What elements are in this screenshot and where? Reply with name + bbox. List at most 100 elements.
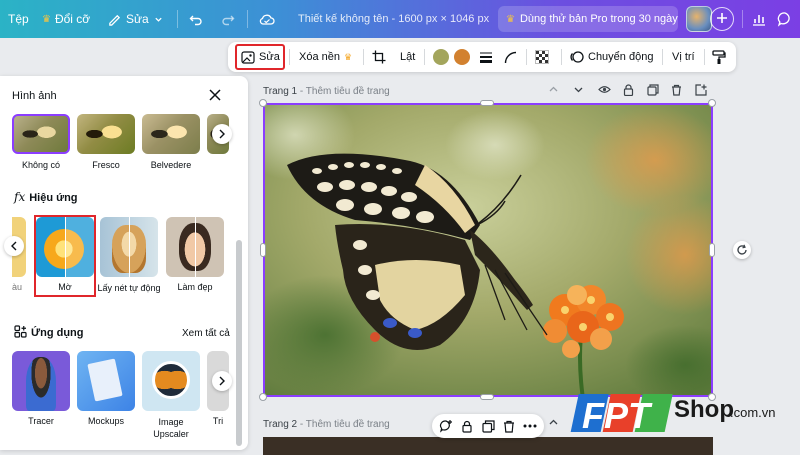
transparency-icon <box>535 50 549 64</box>
scroll-right-button[interactable] <box>212 124 232 144</box>
chevron-up-icon <box>548 417 559 428</box>
document-title-text: Thiết kế không tên - 1600 px × 1046 px <box>298 13 490 25</box>
canvas-page-1[interactable] <box>263 103 713 397</box>
save-status-button[interactable] <box>258 0 276 38</box>
page-2-title[interactable]: Trang 2 - Thêm tiêu đề trang <box>263 419 390 430</box>
effects-title: Hiệu ứng <box>29 192 78 204</box>
color-swatch-olive[interactable] <box>433 49 449 65</box>
analytics-icon <box>751 11 767 27</box>
plus-icon <box>716 12 728 27</box>
panel-scrollbar[interactable] <box>236 240 242 446</box>
app-label: Mockups <box>87 416 124 426</box>
pro-trial-label: Dùng thử bản Pro trong 30 ngày <box>519 13 678 25</box>
resize-handle-top-left[interactable] <box>259 99 267 107</box>
trash-icon <box>671 84 682 96</box>
edit-image-button[interactable]: Sửa <box>241 42 280 72</box>
resize-button[interactable]: ♛ Đổi cỡ <box>42 0 90 38</box>
analytics-button[interactable] <box>751 0 767 38</box>
apps-heading: Ứng dụng <box>14 325 84 339</box>
app-thumb-mockups[interactable] <box>77 351 135 411</box>
app-thumb-tracer[interactable] <box>12 351 70 411</box>
crown-icon: ♛ <box>343 51 353 62</box>
fpt-logo: FPT <box>570 394 673 436</box>
app-label: Image Upscaler <box>153 417 189 439</box>
transparency-button[interactable] <box>535 42 549 72</box>
page-1-title[interactable]: Trang 1 - Thêm tiêu đề trang <box>263 86 390 97</box>
redo-button[interactable] <box>221 0 235 38</box>
file-menu[interactable]: Tệp <box>8 0 29 38</box>
position-label: Vị trí <box>672 51 695 63</box>
pro-trial-button[interactable]: ♛ Dùng thử bản Pro trong 30 ngày <box>498 6 678 32</box>
remove-background-label: Xóa nền <box>299 51 340 63</box>
page-move-down[interactable] <box>573 84 584 98</box>
animate-icon <box>570 50 584 64</box>
element-quick-actions <box>432 414 544 438</box>
close-button[interactable] <box>208 88 224 104</box>
page-2-collapse-up[interactable] <box>548 417 559 431</box>
avatar[interactable] <box>686 6 712 32</box>
lock-icon <box>461 420 473 433</box>
app-thumb-image-upscaler[interactable] <box>142 351 200 411</box>
page-hide-button[interactable] <box>598 84 611 98</box>
page-1-subtitle: - Thêm tiêu đề trang <box>299 86 390 97</box>
app-label: Tri <box>212 416 224 426</box>
effect-thumb-autofocus[interactable] <box>100 217 158 277</box>
resize-handle-bottom[interactable] <box>480 394 494 400</box>
corner-rounding-button[interactable] <box>504 42 517 72</box>
crop-button[interactable] <box>372 42 386 72</box>
more-icon <box>523 424 537 428</box>
effect-thumb-beautify[interactable] <box>166 217 224 277</box>
copy-style-button[interactable] <box>712 42 726 72</box>
edit-mode-label: Sửa <box>126 12 149 26</box>
effect-label: Mờ <box>58 282 72 292</box>
page-collapse-up[interactable] <box>548 84 559 98</box>
edit-mode-button[interactable]: Sửa <box>108 0 163 38</box>
divider <box>424 49 425 65</box>
document-title[interactable]: Thiết kế không tên - 1600 px × 1046 px <box>298 0 489 38</box>
chevron-left-icon <box>10 241 18 251</box>
delete-element-button[interactable] <box>501 418 517 434</box>
resize-handle-top-right[interactable] <box>708 99 716 107</box>
color-swatch-orange[interactable] <box>454 49 470 65</box>
filter-label: Fresco <box>92 160 120 170</box>
scroll-left-button[interactable] <box>4 236 24 256</box>
resize-handle-left[interactable] <box>260 243 266 257</box>
page-2-label: Trang 2 <box>263 419 298 430</box>
resize-handle-bottom-left[interactable] <box>259 393 267 401</box>
person-image <box>26 357 56 411</box>
page-add-button[interactable] <box>695 84 707 99</box>
cloud-icon <box>258 12 276 26</box>
share-add-button[interactable] <box>710 7 734 31</box>
flip-button[interactable]: Lật <box>400 42 415 72</box>
filter-thumb-none[interactable] <box>12 114 70 154</box>
effects-heading: fx Hiệu ứng <box>14 190 78 204</box>
see-all-link[interactable]: Xem tất cả <box>182 328 230 339</box>
comment-plus-icon <box>439 419 453 433</box>
edit-image-label: Sửa <box>259 51 280 63</box>
position-button[interactable]: Vị trí <box>672 42 695 72</box>
filter-thumb-fresco[interactable] <box>77 114 135 154</box>
undo-button[interactable] <box>189 0 203 38</box>
crown-icon: ♛ <box>506 13 515 25</box>
close-icon <box>208 88 222 102</box>
line-weight-icon <box>479 51 493 63</box>
scroll-right-button[interactable] <box>212 371 232 391</box>
remove-background-button[interactable]: Xóa nền ♛ <box>299 42 352 72</box>
page-lock-button[interactable] <box>623 84 634 99</box>
page-delete-button[interactable] <box>671 84 682 99</box>
filter-thumb-belvedere[interactable] <box>142 114 200 154</box>
comment-button[interactable] <box>777 0 793 38</box>
comment-add-button[interactable] <box>438 418 454 434</box>
lock-element-button[interactable] <box>459 418 475 434</box>
image-edit-icon <box>241 50 255 64</box>
resize-handle-right[interactable] <box>709 243 715 257</box>
rotate-button[interactable] <box>733 241 751 259</box>
page-duplicate-button[interactable] <box>647 84 659 99</box>
butterfly-photo[interactable] <box>265 105 713 397</box>
redo-icon <box>221 12 235 26</box>
border-style-button[interactable] <box>479 42 493 72</box>
more-options-button[interactable] <box>522 418 538 434</box>
resize-handle-top[interactable] <box>480 100 494 106</box>
animate-button[interactable]: Chuyển động <box>570 42 653 72</box>
duplicate-element-button[interactable] <box>480 418 496 434</box>
